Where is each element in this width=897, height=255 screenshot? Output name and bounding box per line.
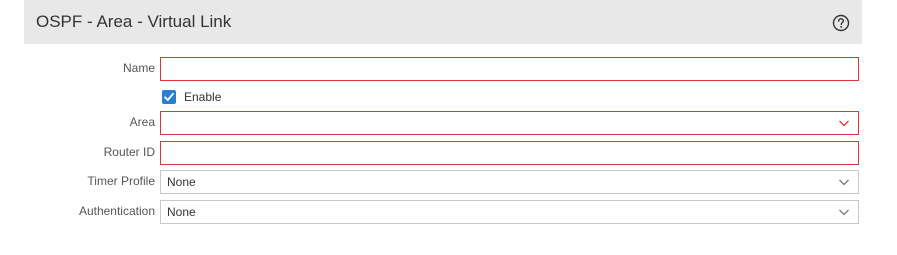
timer-profile-row: Timer Profile None: [24, 170, 862, 194]
dialog-title: OSPF - Area - Virtual Link: [36, 12, 232, 31]
router-id-row: Router ID: [24, 141, 862, 165]
area-label: Area: [129, 115, 155, 129]
authentication-label: Authentication: [78, 204, 155, 218]
area-select[interactable]: [160, 111, 859, 135]
router-id-label: Router ID: [103, 145, 155, 159]
enable-label: Enable: [184, 90, 222, 104]
chevron-down-icon: [839, 209, 849, 216]
virtual-link-dialog: OSPF - Area - Virtual Link Name Enable A…: [24, 0, 862, 255]
timer-profile-label: Timer Profile: [87, 174, 155, 188]
checkmark-icon: [164, 92, 174, 101]
router-id-input[interactable]: [161, 142, 853, 164]
name-label: Name: [122, 61, 155, 75]
enable-checkbox[interactable]: [162, 90, 176, 104]
authentication-value: None: [167, 205, 196, 219]
timer-profile-select[interactable]: None: [160, 170, 859, 194]
dialog-header: OSPF - Area - Virtual Link: [24, 0, 862, 44]
area-row: Area: [24, 111, 862, 135]
authentication-row: Authentication None: [24, 200, 862, 224]
name-row: Name: [24, 57, 862, 81]
name-input[interactable]: [161, 58, 853, 80]
chevron-down-icon: [839, 120, 849, 127]
timer-profile-value: None: [167, 175, 196, 189]
chevron-down-icon: [839, 179, 849, 186]
name-field[interactable]: [160, 57, 859, 81]
help-icon[interactable]: [832, 14, 850, 32]
authentication-select[interactable]: None: [160, 200, 859, 224]
router-id-field[interactable]: [160, 141, 859, 165]
